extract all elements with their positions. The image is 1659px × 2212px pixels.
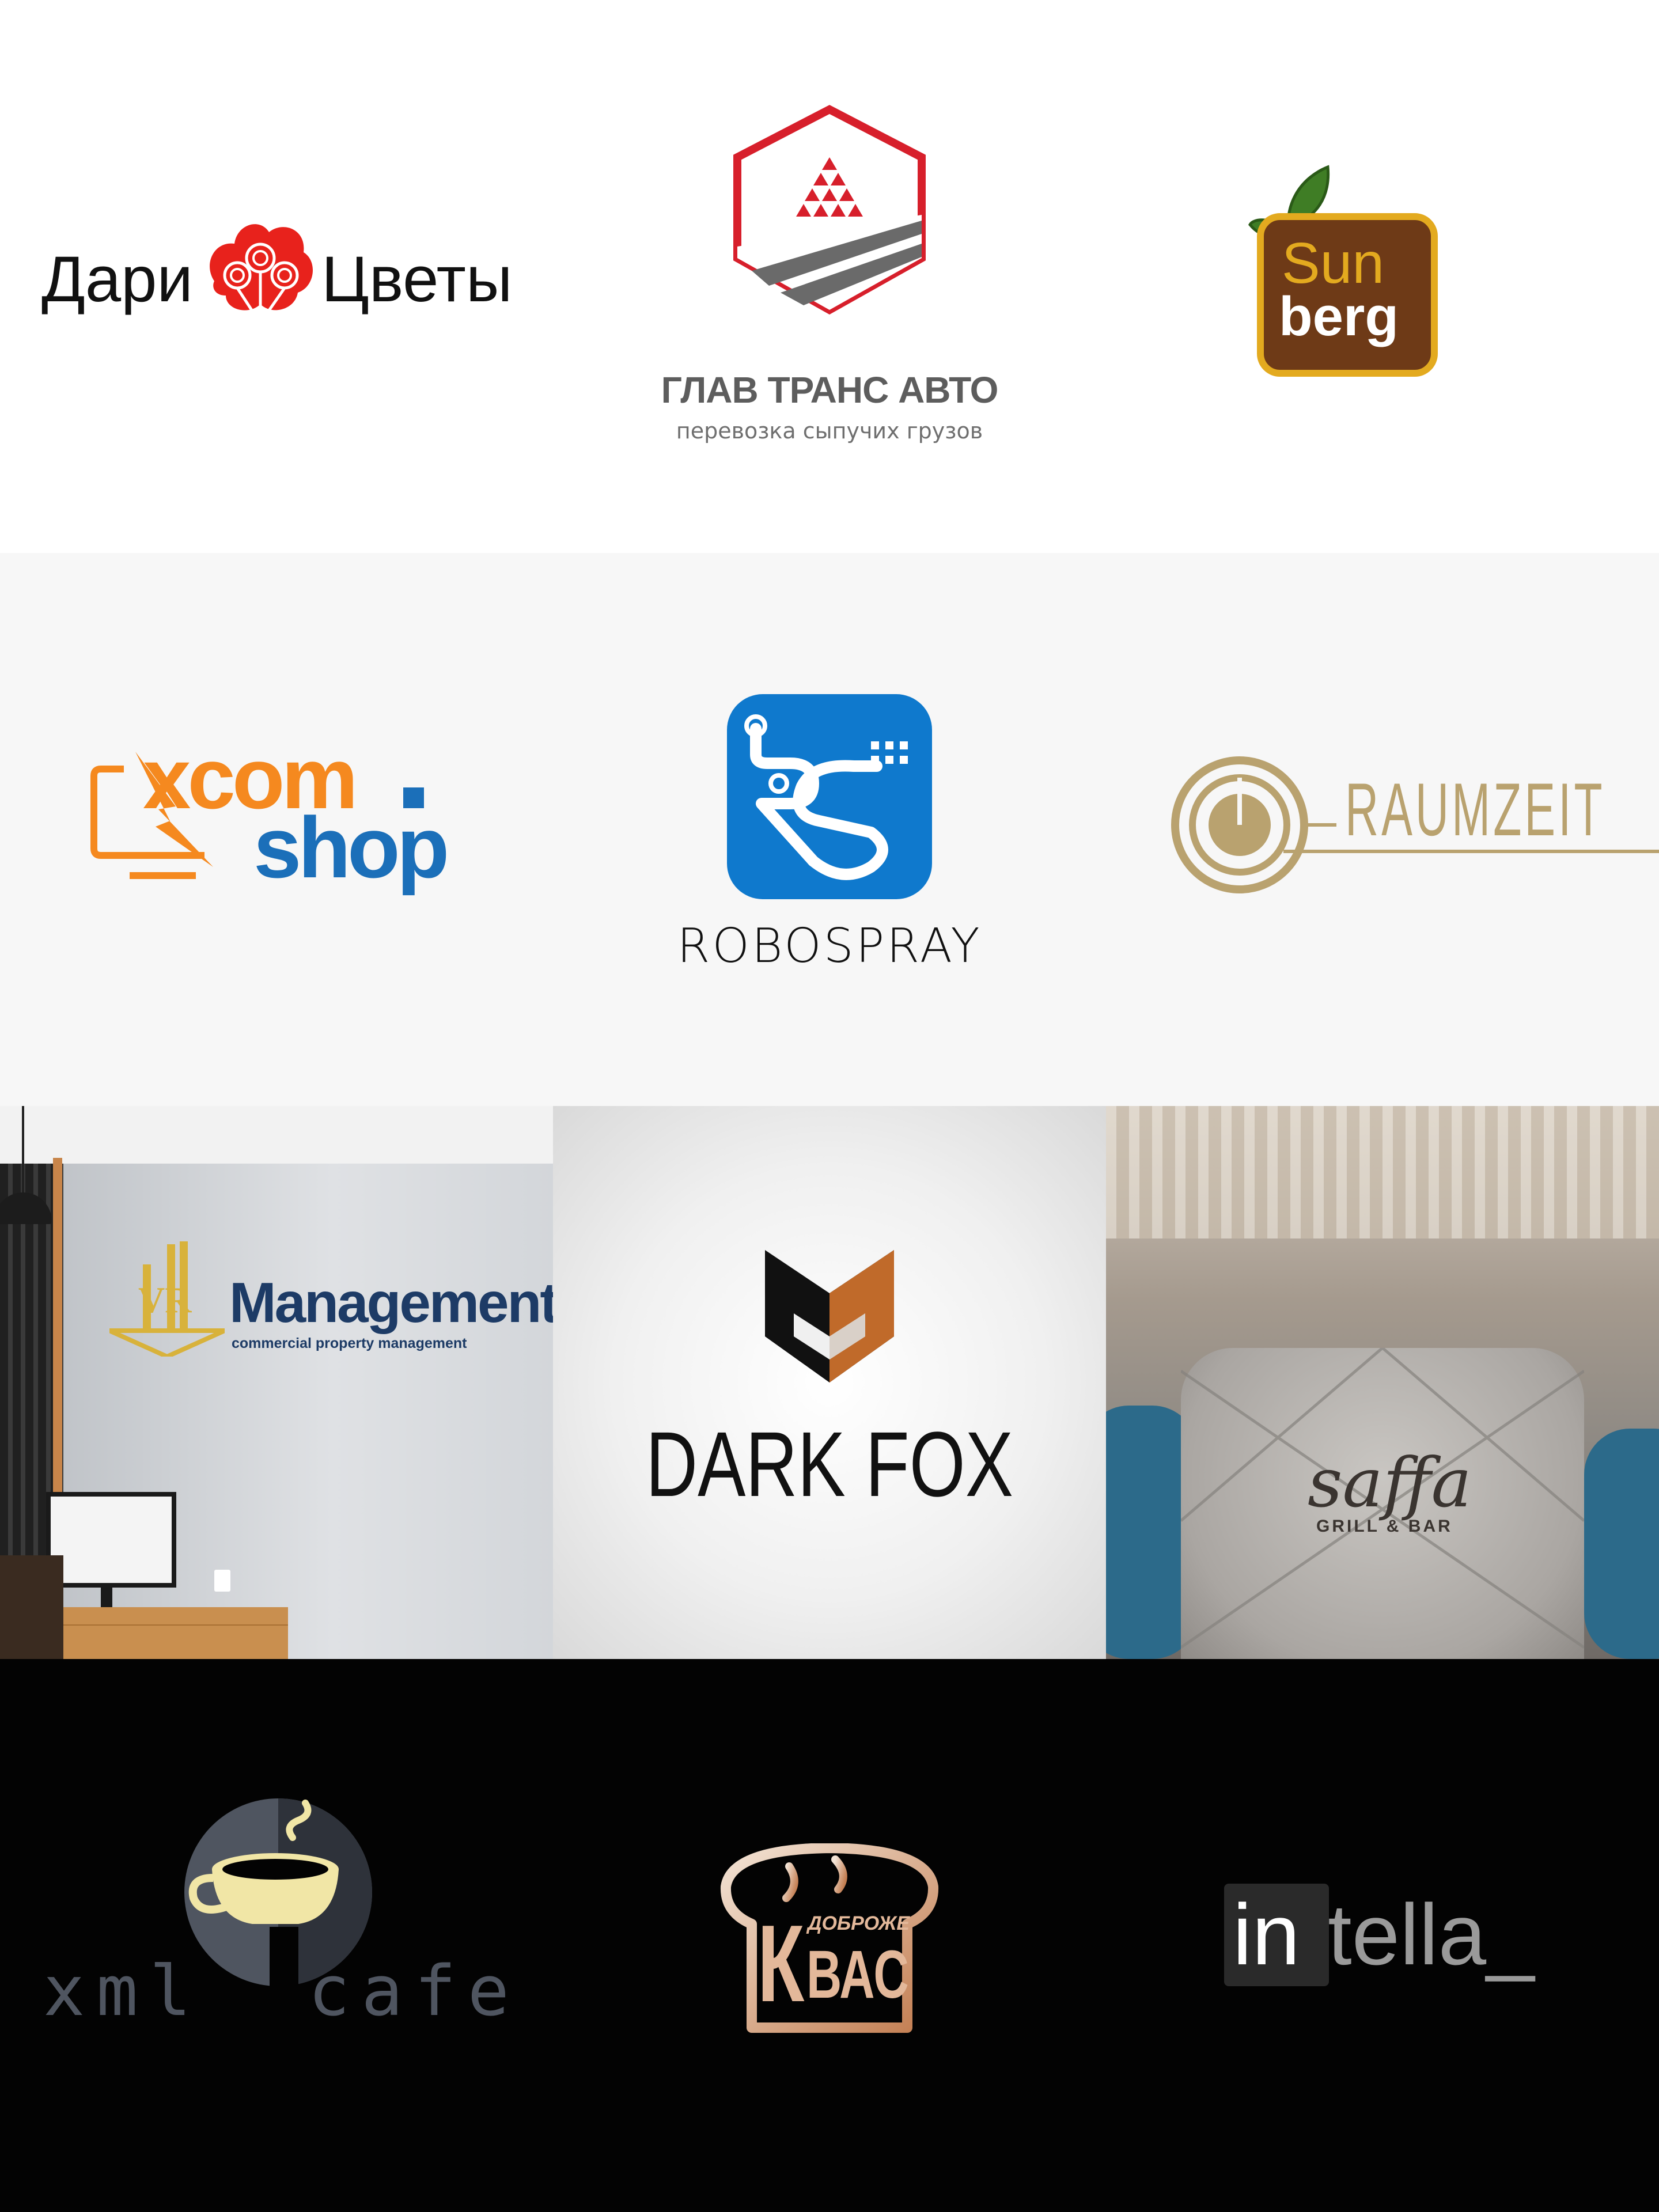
row-3: VR Management commercial property manage… (0, 1106, 1659, 1659)
xml-text: xml (43, 1952, 203, 2032)
logo-sunberg: Sun berg (1106, 0, 1659, 553)
dari-left-text: Дари (41, 243, 193, 315)
kvas-big-text: ВАС (806, 1937, 909, 2013)
saffa-tagline: GRILL & BAR (1316, 1517, 1453, 1536)
monitor (46, 1492, 176, 1588)
intella-highlight-text: in (1233, 1886, 1300, 1983)
cafe-text: cafe (308, 1952, 521, 2032)
chair (0, 1555, 63, 1659)
logo-saffa: saffa GRILL & BAR (1106, 1106, 1659, 1659)
vr-name: Management (229, 1271, 553, 1334)
logo-dark-fox: DARK FOX (553, 1106, 1106, 1659)
row-2: xcom shop ROBOSPRAY RAUMZEIT (0, 553, 1659, 1106)
dari-right-text: Цветы (321, 243, 513, 315)
hexagon-road-icon (733, 105, 926, 315)
logo-robospray: ROBOSPRAY (553, 553, 1106, 1106)
background-lights (1106, 1106, 1659, 1238)
logo-xml-cafe: xml cafe (0, 1659, 553, 2212)
saffa-name: saffa (1308, 1443, 1472, 1522)
ceiling (0, 1106, 553, 1164)
logo-raumzeit: RAUMZEIT (1106, 553, 1659, 1106)
logo-vr-management: VR Management commercial property manage… (0, 1106, 553, 1659)
desk-drawer (63, 1624, 288, 1659)
logo-glav-trans-avto: ГЛАВ ТРАНС АВТО перевозка сыпучих грузов (553, 0, 1106, 553)
fox-head-icon (765, 1250, 894, 1382)
vr-tagline: commercial property management (232, 1335, 467, 1351)
logo-kvas: К ДОБРОЖЕ ВАС (553, 1659, 1106, 2212)
kvas-big-k: К (757, 1903, 805, 2025)
kvas-small-text: ДОБРОЖЕ (808, 1912, 910, 1934)
rs-robot-icon (727, 694, 932, 899)
row-1: Дари Цветы ГЛАВ ТРАНС АВТО перевозка сып… (0, 0, 1659, 553)
chair-right-blur (1584, 1429, 1659, 1659)
intella-rest-text: tella_ (1328, 1886, 1535, 1983)
monitor-stand (101, 1583, 112, 1609)
lamp-cord (22, 1106, 24, 1192)
logo-dari-tsvety: Дари Цветы (0, 0, 553, 553)
logo-xcom-shop: xcom shop (0, 553, 553, 1106)
lollipop-flower-icon (210, 224, 313, 316)
sunberg-bottom-text: berg (1279, 286, 1399, 347)
mug (214, 1570, 230, 1592)
robospray-name: ROBOSPRAY (677, 919, 982, 974)
xcom-bottom-text: shop (253, 799, 449, 896)
logo-intella: in tella_ (1106, 1659, 1659, 2212)
glav-subtitle: перевозка сыпучих грузов (676, 418, 983, 444)
darkfox-name: DARK FOX (646, 1412, 1013, 1516)
glav-title: ГЛАВ ТРАНС АВТО (661, 369, 999, 411)
row-4: xml cafe К ДОБРОЖЕ ВАС in tella_ (0, 1659, 1659, 2212)
raumzeit-name: RAUMZEIT (1345, 767, 1605, 851)
vr-mark: VR (138, 1279, 192, 1320)
